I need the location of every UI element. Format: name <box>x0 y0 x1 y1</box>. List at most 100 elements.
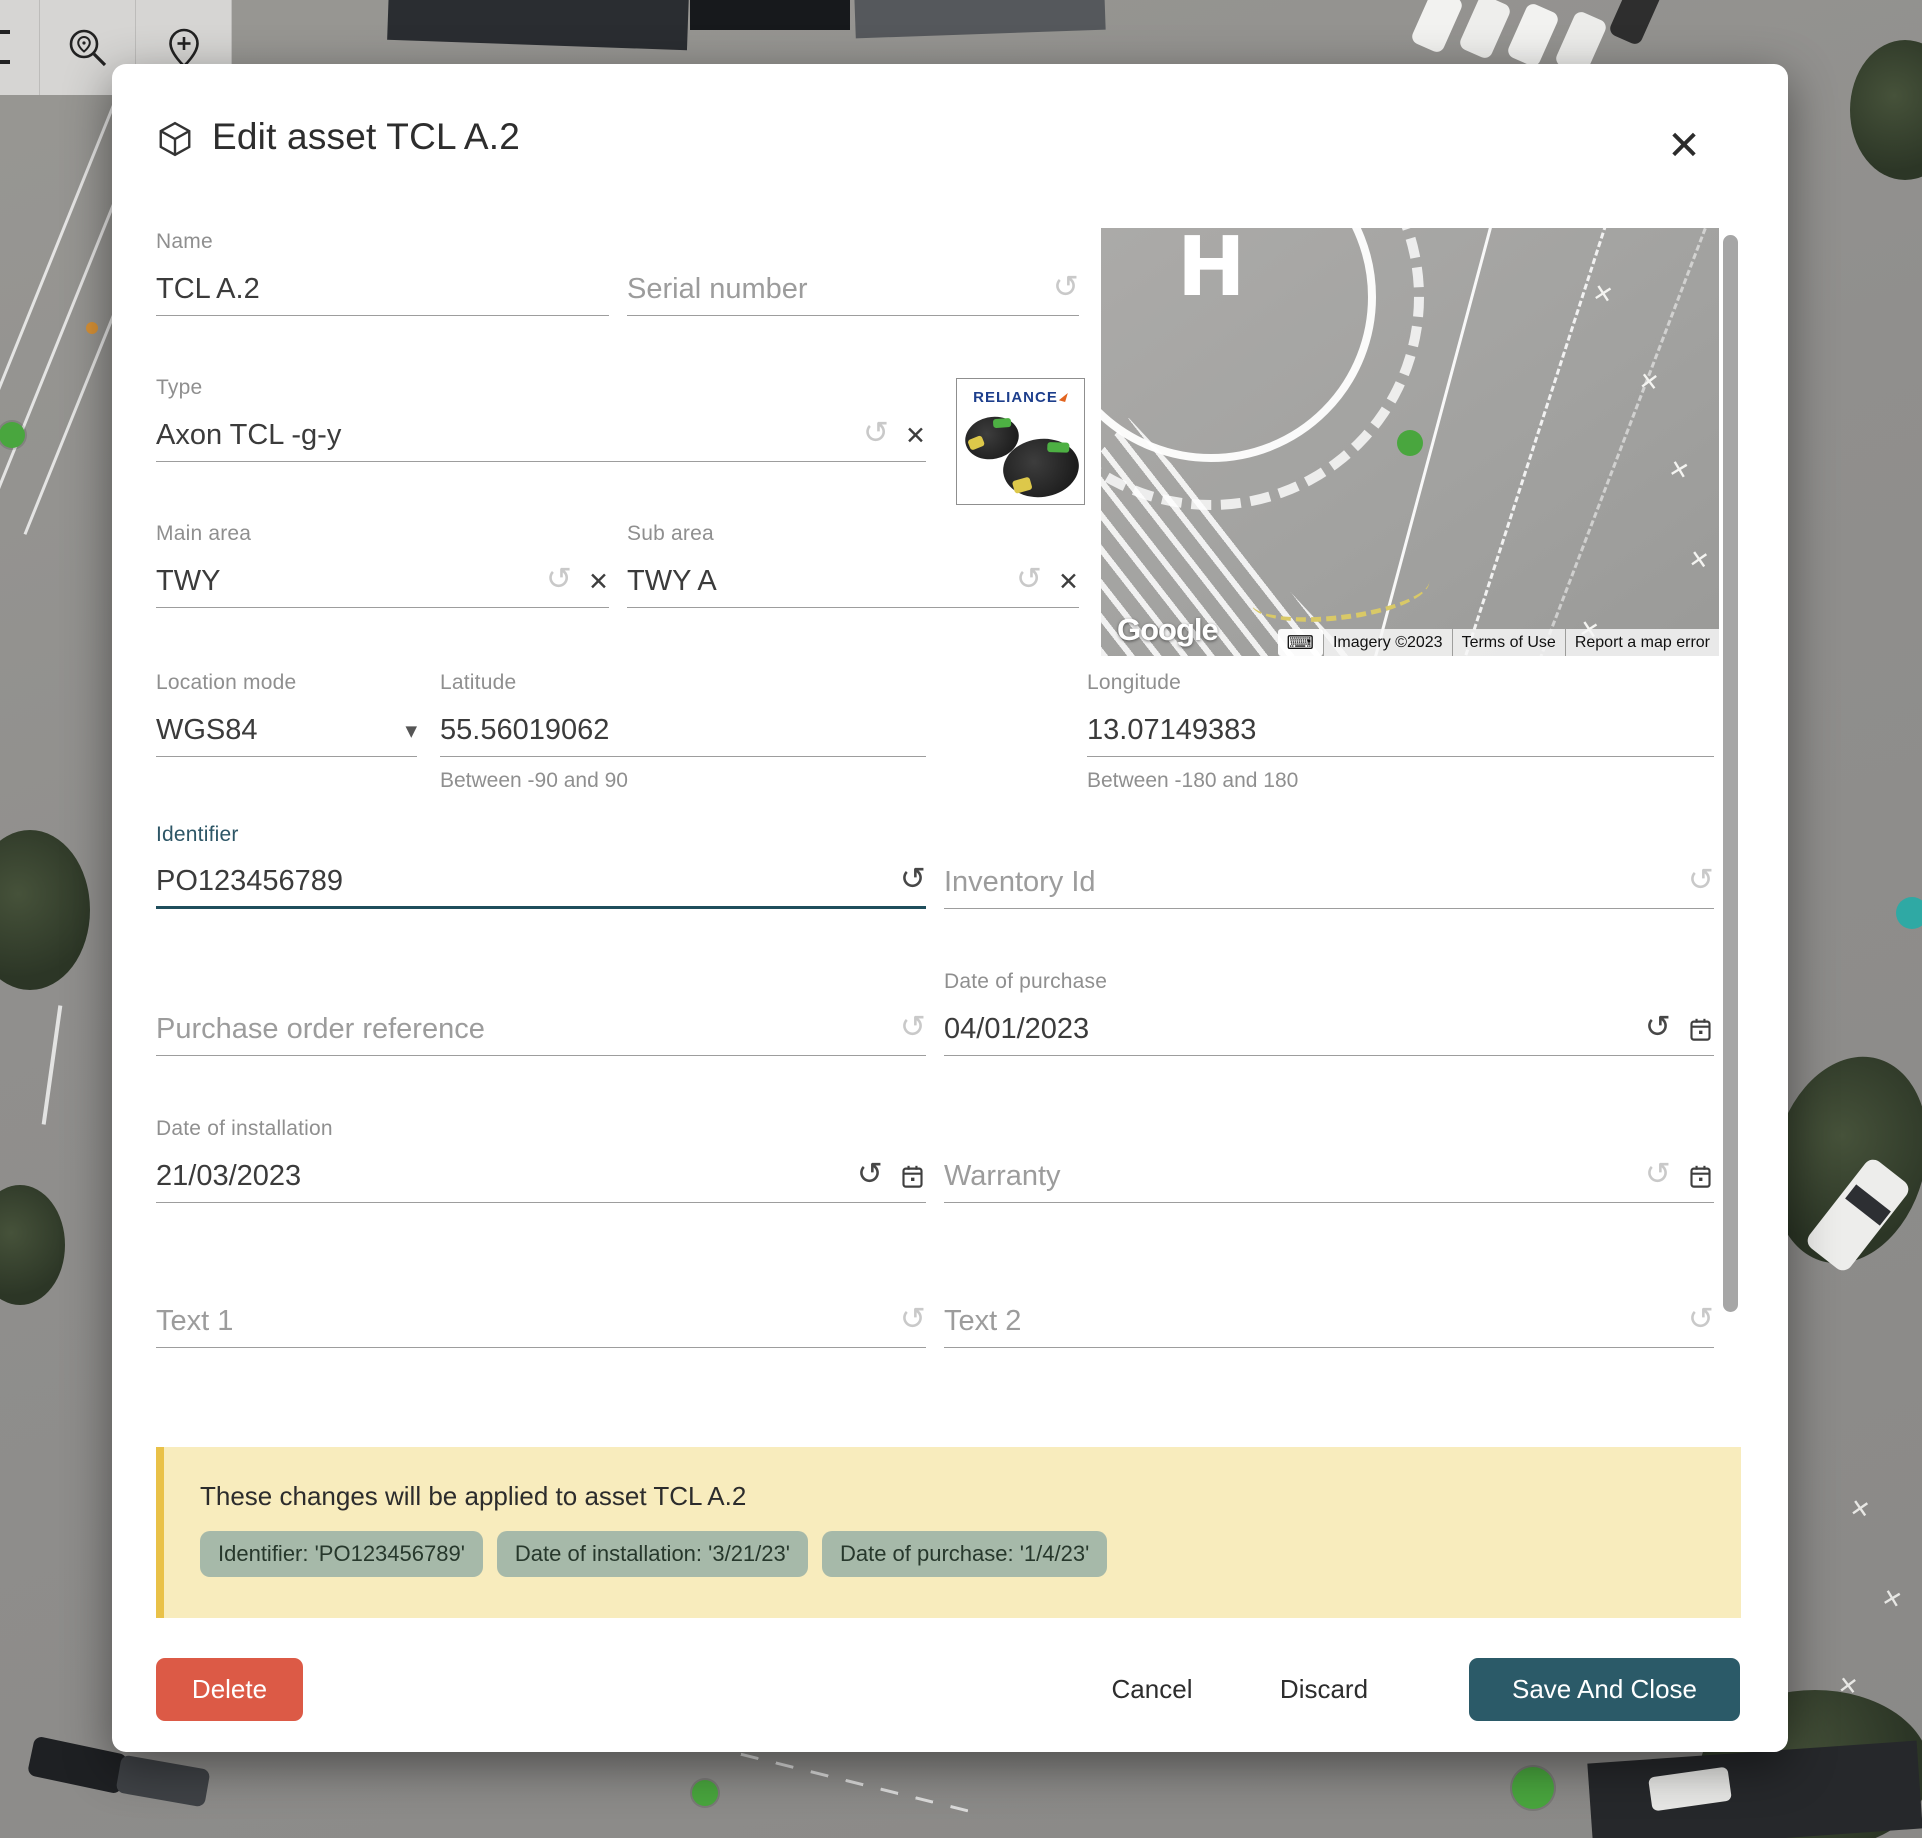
asset-position-marker[interactable] <box>1397 430 1423 456</box>
magnifier-pin-icon <box>65 25 111 71</box>
field-label: Location mode <box>156 671 417 697</box>
map-feature <box>690 0 850 30</box>
clear-icon[interactable]: ✕ <box>905 421 926 450</box>
taxiway-dashed-line <box>1535 228 1710 656</box>
asset-cube-icon <box>156 120 194 163</box>
main-area-input[interactable] <box>156 565 530 598</box>
undo-icon[interactable]: ↺ <box>1688 865 1714 896</box>
undo-icon[interactable]: ↺ <box>863 418 889 449</box>
text2-input[interactable] <box>944 1305 1672 1338</box>
longitude-helper: Between -180 and 180 <box>1087 769 1714 793</box>
chevron-down-icon[interactable]: ▼ <box>405 722 417 740</box>
calendar-icon[interactable] <box>1687 1016 1714 1043</box>
terms-of-use-link[interactable]: Terms of Use <box>1453 629 1565 656</box>
field-date-of-installation: Date of installation ↺ <box>156 1117 926 1203</box>
clear-icon[interactable]: ✕ <box>588 567 609 596</box>
serial-number-input[interactable] <box>627 273 1037 306</box>
latitude-input[interactable] <box>440 714 926 747</box>
date-of-purchase-input[interactable] <box>944 1013 1629 1046</box>
map-feature <box>1410 0 1465 54</box>
asset-marker-dot[interactable] <box>692 1780 718 1806</box>
clear-icon[interactable]: ✕ <box>1058 567 1079 596</box>
map-feature <box>1850 40 1922 180</box>
sub-area-input[interactable] <box>627 565 1000 598</box>
app-viewport: ✕ ✕ ✕ <box>0 0 1922 1838</box>
map-feature <box>1587 1741 1922 1838</box>
edit-asset-dialog: Edit asset TCL A.2 ✕ Name ↺ Type ↺ ✕ REL <box>112 64 1788 1752</box>
undo-icon[interactable]: ↺ <box>1645 1159 1671 1190</box>
undo-icon[interactable]: ↺ <box>546 564 572 595</box>
field-label: Latitude <box>440 671 926 697</box>
notice-message: These changes will be applied to asset T… <box>200 1481 746 1512</box>
field-label: Date of purchase <box>944 970 1714 996</box>
undo-icon[interactable]: ↺ <box>1016 564 1042 595</box>
asset-marker-dot[interactable] <box>1896 897 1922 929</box>
map-feature <box>0 1185 65 1305</box>
calendar-icon[interactable] <box>899 1163 926 1190</box>
apron-cross-marking: ✕ <box>1637 367 1661 398</box>
field-sub-area: Sub area ↺ ✕ <box>627 522 1079 608</box>
change-chips: Identifier: 'PO123456789' Date of instal… <box>200 1531 1107 1577</box>
google-logo[interactable]: Google <box>1117 612 1218 648</box>
longitude-input[interactable] <box>1087 714 1714 747</box>
asset-marker-dot[interactable] <box>1512 1767 1554 1809</box>
inventory-id-input[interactable] <box>944 866 1672 899</box>
undo-icon[interactable]: ↺ <box>857 1159 883 1190</box>
field-purchase-order: ↺ <box>156 970 926 1056</box>
field-identifier: Identifier ↺ <box>156 823 926 909</box>
dialog-title: Edit asset TCL A.2 <box>212 116 520 158</box>
purchase-order-input[interactable] <box>156 1013 884 1046</box>
map-feature <box>115 1754 210 1807</box>
map-feature <box>854 0 1105 38</box>
brand-label: RELIANCE <box>957 389 1084 406</box>
undo-icon[interactable]: ↺ <box>900 1012 926 1043</box>
asset-marker-dot[interactable] <box>0 422 25 448</box>
location-map-preview[interactable]: H ✕ ✕ ✕ ✕ ✕ Google ⌨ Imagery ©2023 Terms… <box>1101 228 1719 656</box>
calendar-icon[interactable] <box>1687 1163 1714 1190</box>
field-latitude: Latitude Between -90 and 90 <box>440 671 926 793</box>
date-of-installation-input[interactable] <box>156 1160 841 1193</box>
field-type: Type ↺ ✕ <box>156 376 926 462</box>
discard-button[interactable]: Discard <box>1249 1658 1399 1721</box>
undo-icon[interactable]: ↺ <box>1688 1304 1714 1335</box>
field-label: Longitude <box>1087 671 1714 697</box>
location-mode-value[interactable] <box>156 714 389 747</box>
map-feature <box>1506 2 1561 69</box>
apron-cross-marking: ✕ <box>1590 278 1615 310</box>
field-longitude: Longitude Between -180 and 180 <box>1087 671 1714 793</box>
map-feature: ✕ <box>1848 1493 1873 1524</box>
report-map-error-link[interactable]: Report a map error <box>1566 629 1719 656</box>
map-feature <box>387 0 689 50</box>
dialog-scrollbar[interactable] <box>1723 235 1738 1312</box>
type-input[interactable] <box>156 419 847 452</box>
text1-input[interactable] <box>156 1305 884 1338</box>
name-input[interactable] <box>156 273 609 306</box>
field-warranty: ↺ <box>944 1117 1714 1203</box>
field-serial-number: ↺ <box>627 230 1079 316</box>
map-feature <box>1458 0 1513 60</box>
cancel-button[interactable]: Cancel <box>1077 1658 1227 1721</box>
field-date-of-purchase: Date of purchase ↺ <box>944 970 1714 1056</box>
close-icon[interactable]: ✕ <box>1660 122 1708 170</box>
delete-button[interactable]: Delete <box>156 1658 303 1721</box>
field-label: Name <box>156 230 609 256</box>
taxiway-dashed-line <box>1459 228 1610 656</box>
pending-changes-notice: These changes will be applied to asset T… <box>156 1447 1741 1618</box>
field-name: Name <box>156 230 609 316</box>
keyboard-shortcuts-icon[interactable]: ⌨ <box>1278 629 1323 656</box>
imagery-attribution: Imagery ©2023 <box>1324 629 1452 656</box>
identifier-input[interactable] <box>156 865 884 898</box>
undo-icon[interactable]: ↺ <box>1053 272 1079 303</box>
warranty-input[interactable] <box>944 1160 1629 1193</box>
save-and-close-button[interactable]: Save And Close <box>1469 1658 1740 1721</box>
undo-icon[interactable]: ↺ <box>900 1304 926 1335</box>
field-text1: ↺ <box>156 1262 926 1348</box>
location-mode-select[interactable]: ▼ <box>156 705 417 757</box>
asset-type-thumbnail: RELIANCE <box>956 378 1085 505</box>
apron-cross-marking: ✕ <box>1666 454 1692 486</box>
undo-icon[interactable]: ↺ <box>1645 1012 1671 1043</box>
undo-icon[interactable]: ↺ <box>900 864 926 895</box>
map-feature <box>86 322 98 334</box>
field-label: Sub area <box>627 522 1079 548</box>
field-text2: ↺ <box>944 1262 1714 1348</box>
